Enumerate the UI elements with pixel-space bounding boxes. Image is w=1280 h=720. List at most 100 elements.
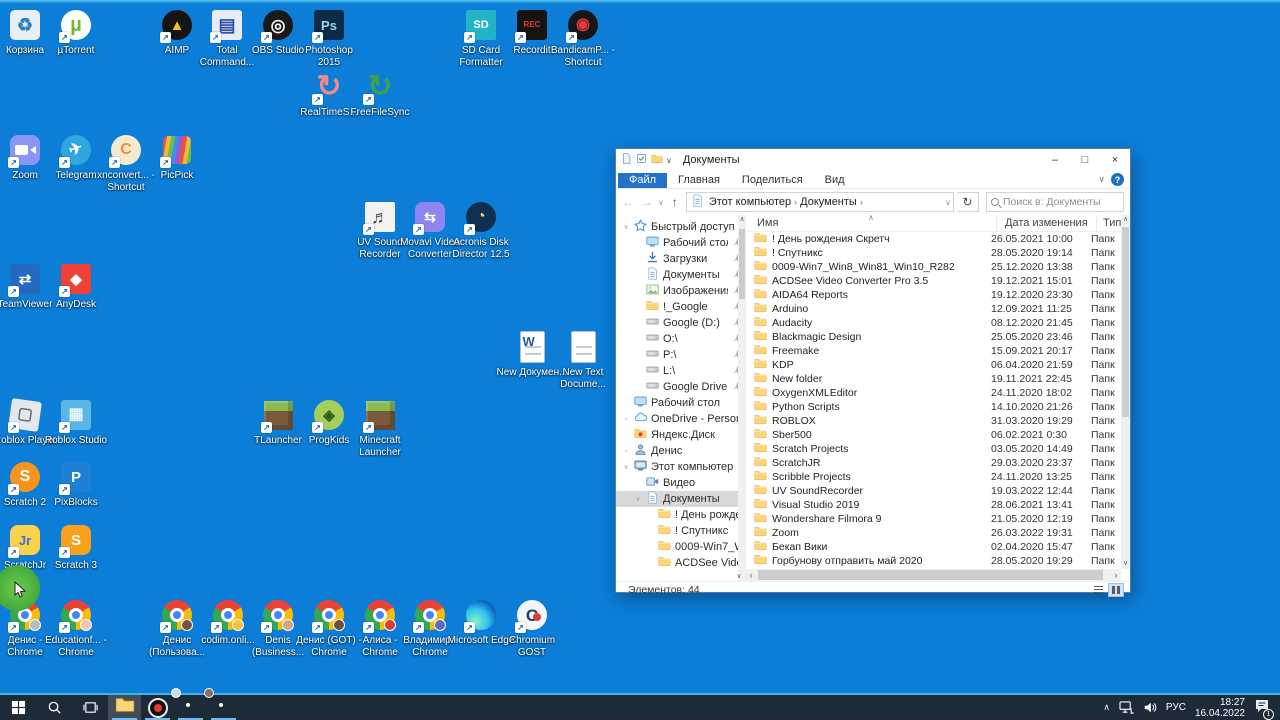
- nav-item-!-день-рождения[interactable]: ! День рождения: [616, 507, 746, 523]
- file-row[interactable]: ! Спутникс28.05.2020 19:14Папк: [746, 246, 1121, 260]
- desktop-icon-utorrent[interactable]: µ↗µTorrent: [40, 8, 112, 57]
- nav-item-p-[interactable]: P:\: [616, 347, 746, 363]
- file-row[interactable]: Audacity08.12.2020 21:45Папк: [746, 316, 1121, 330]
- breadcrumb-item[interactable]: Этот компьютер: [706, 196, 794, 208]
- start-button[interactable]: [0, 695, 36, 720]
- nav-item-!_google[interactable]: !_Google: [616, 299, 746, 315]
- file-row[interactable]: KDP06.04.2020 21:59Папк: [746, 358, 1121, 372]
- menu-tab-главная[interactable]: Главная: [667, 173, 731, 188]
- expand-chevron-icon[interactable]: ∨: [622, 463, 630, 471]
- taskbar-recorder[interactable]: [141, 695, 174, 720]
- file-row[interactable]: Scribble Projects24.11.2020 13:25Папк: [746, 470, 1121, 484]
- file-row[interactable]: Бекап Вики02.04.2020 15:47Папк: [746, 540, 1121, 554]
- expand-chevron-icon[interactable]: ›: [622, 416, 630, 423]
- desktop-icon-anydesk[interactable]: ◆↗AnyDesk: [40, 262, 112, 311]
- nav-item-яндекс.диск[interactable]: Яндекс.Диск: [616, 427, 746, 443]
- nav-item-acdsee-video-con[interactable]: ACDSee Video Con: [616, 555, 746, 571]
- volume-icon[interactable]: [1143, 701, 1157, 714]
- nav-item-видео[interactable]: Видео: [616, 475, 746, 491]
- desktop-icon-pixblocks[interactable]: P↗PixBlocks: [40, 460, 112, 509]
- desktop-icon-bandicam-shortcut[interactable]: ◉↗BandicamP... - Shortcut: [547, 8, 619, 68]
- details-view-button[interactable]: [1090, 583, 1106, 597]
- nav-item-документы[interactable]: Документы: [616, 267, 746, 283]
- nav-item-быстрый-доступ[interactable]: ∨Быстрый доступ: [616, 219, 746, 235]
- nav-item-денис[interactable]: ›Денис: [616, 443, 746, 459]
- desktop-icon-picpick[interactable]: ↗PicPick: [141, 133, 213, 182]
- file-row[interactable]: AIDA64 Reports19.12.2020 23:30Папк: [746, 288, 1121, 302]
- expand-chevron-icon[interactable]: ›: [622, 448, 630, 455]
- desktop-icon-minecraft-launcher[interactable]: ↗Minecraft Launcher: [344, 398, 416, 458]
- nav-item-onedrive---personal[interactable]: ›OneDrive - Personal: [616, 411, 746, 427]
- thumbnails-view-button[interactable]: [1108, 583, 1124, 597]
- file-row[interactable]: ScratchJR29.03.2020 23:37Папк: [746, 456, 1121, 470]
- file-row[interactable]: Горбунову отправить май 202028.05.2020 1…: [746, 554, 1121, 568]
- list-scroll-up-icon[interactable]: ∧: [1121, 215, 1130, 225]
- nav-item-0009-win7_win8_[interactable]: 0009-Win7_Win8_: [616, 539, 746, 555]
- nav-scroll-thumb[interactable]: [739, 229, 745, 299]
- expand-chevron-icon[interactable]: ∨: [622, 223, 630, 231]
- properties-icon[interactable]: [636, 153, 647, 167]
- file-row[interactable]: Sber50006.02.2021 0:30Папк: [746, 428, 1121, 442]
- file-row[interactable]: Wondershare Filmora 921.05.2020 12:19Пап…: [746, 512, 1121, 526]
- nav-item-l-[interactable]: L:\: [616, 363, 746, 379]
- file-list-horizontal-scrollbar[interactable]: ‹ ›: [746, 569, 1121, 581]
- desktop-icon-chromium-gost[interactable]: C↗Chromium GOST: [496, 598, 568, 658]
- nav-item-документы[interactable]: ∨Документы: [616, 491, 746, 507]
- desktop-icon-photoshop-2015[interactable]: Ps↗Photoshop 2015: [293, 8, 365, 68]
- file-row[interactable]: Arduino12.09.2021 11:25Папк: [746, 302, 1121, 316]
- file-row[interactable]: Visual Studio 201928.06.2021 13:41Папк: [746, 498, 1121, 512]
- nav-item-рабочий-стол[interactable]: Рабочий стол: [616, 235, 746, 251]
- file-row[interactable]: 0009-Win7_Win8_Win81_Win10_R28225.12.202…: [746, 260, 1121, 274]
- list-scroll-left-icon[interactable]: ‹: [746, 570, 756, 580]
- nav-item-!-спутникс[interactable]: ! Спутникс: [616, 523, 746, 539]
- network-icon[interactable]: [1119, 701, 1134, 714]
- desktop-icon-chrome-education[interactable]: ↗Educationf... - Chrome: [40, 598, 112, 658]
- file-row[interactable]: Python Scripts14.10.2020 21:26Папк: [746, 400, 1121, 414]
- up-button[interactable]: ↑: [667, 195, 683, 209]
- nav-item-изображения[interactable]: Изображения: [616, 283, 746, 299]
- help-icon[interactable]: ?: [1111, 173, 1124, 186]
- customize-toolbar-chevron-icon[interactable]: ∨: [666, 156, 672, 165]
- action-center-button[interactable]: 1: [1254, 698, 1270, 718]
- new-folder-icon[interactable]: [651, 153, 663, 168]
- file-list-vertical-scrollbar[interactable]: ∧ ∨: [1121, 215, 1130, 569]
- ribbon-collapse-chevron-icon[interactable]: ∨: [1098, 174, 1105, 185]
- nav-item-рабочий-стол[interactable]: Рабочий стол: [616, 395, 746, 411]
- taskbar-chrome-1[interactable]: [174, 695, 207, 720]
- nav-scroll-down-icon[interactable]: ∨: [734, 572, 744, 580]
- desktop-icon-scratch-3[interactable]: S↗Scratch 3: [40, 523, 112, 572]
- file-row[interactable]: UV SoundRecorder19.03.2022 12:44Папк: [746, 484, 1121, 498]
- nav-scroll-up-icon[interactable]: ∧: [738, 215, 746, 225]
- taskbar-search-button[interactable]: [36, 695, 72, 720]
- hscroll-thumb[interactable]: [758, 570, 1103, 580]
- list-scroll-right-icon[interactable]: ›: [1111, 570, 1121, 580]
- expand-chevron-icon[interactable]: ∨: [634, 495, 642, 503]
- forward-button[interactable]: →: [639, 195, 655, 209]
- taskbar-file-explorer[interactable]: [108, 695, 141, 720]
- taskbar-chrome-2[interactable]: [207, 695, 240, 720]
- file-row[interactable]: Scratch Projects03.05.2020 14:49Папк: [746, 442, 1121, 456]
- nav-scrollbar[interactable]: ∧: [738, 215, 746, 581]
- file-row[interactable]: ! День рождения Скретч26.05.2021 10:00Па…: [746, 232, 1121, 246]
- explorer-file-icon[interactable]: [621, 153, 632, 167]
- task-view-button[interactable]: [72, 695, 108, 720]
- file-row[interactable]: Blackmagic Design25.05.2020 23:46Папк: [746, 330, 1121, 344]
- menu-tab-поделиться[interactable]: Поделиться: [731, 173, 814, 188]
- address-dropdown-chevron-icon[interactable]: ∨: [945, 198, 951, 207]
- desktop-icon-roblox-studio[interactable]: ▦↗Roblox Studio: [40, 398, 112, 447]
- file-row[interactable]: OxygenXMLEditor24.11.2020 18:02Папк: [746, 386, 1121, 400]
- menu-tab-файл[interactable]: Файл: [618, 173, 667, 188]
- maximize-button[interactable]: □: [1070, 149, 1100, 171]
- nav-item-google-drive-s-[interactable]: Google Drive (S:): [616, 379, 746, 395]
- address-bar[interactable]: Этот компьютер›Документы› ∨: [686, 192, 954, 212]
- back-button[interactable]: ←: [620, 195, 636, 209]
- file-row[interactable]: New folder19.11.2021 22:45Папк: [746, 372, 1121, 386]
- list-scroll-down-icon[interactable]: ∨: [1121, 559, 1130, 569]
- search-box[interactable]: Поиск в: Документы: [986, 192, 1124, 212]
- breadcrumb-item[interactable]: Документы: [797, 196, 860, 208]
- desktop-icon-new-text-document[interactable]: New Text Docume...: [547, 330, 619, 390]
- refresh-button[interactable]: ↻: [957, 192, 979, 212]
- nav-item-google-d-[interactable]: Google (D:): [616, 315, 746, 331]
- clock[interactable]: 18:27 16.04.2022: [1195, 697, 1245, 719]
- nav-item-загрузки[interactable]: Загрузки: [616, 251, 746, 267]
